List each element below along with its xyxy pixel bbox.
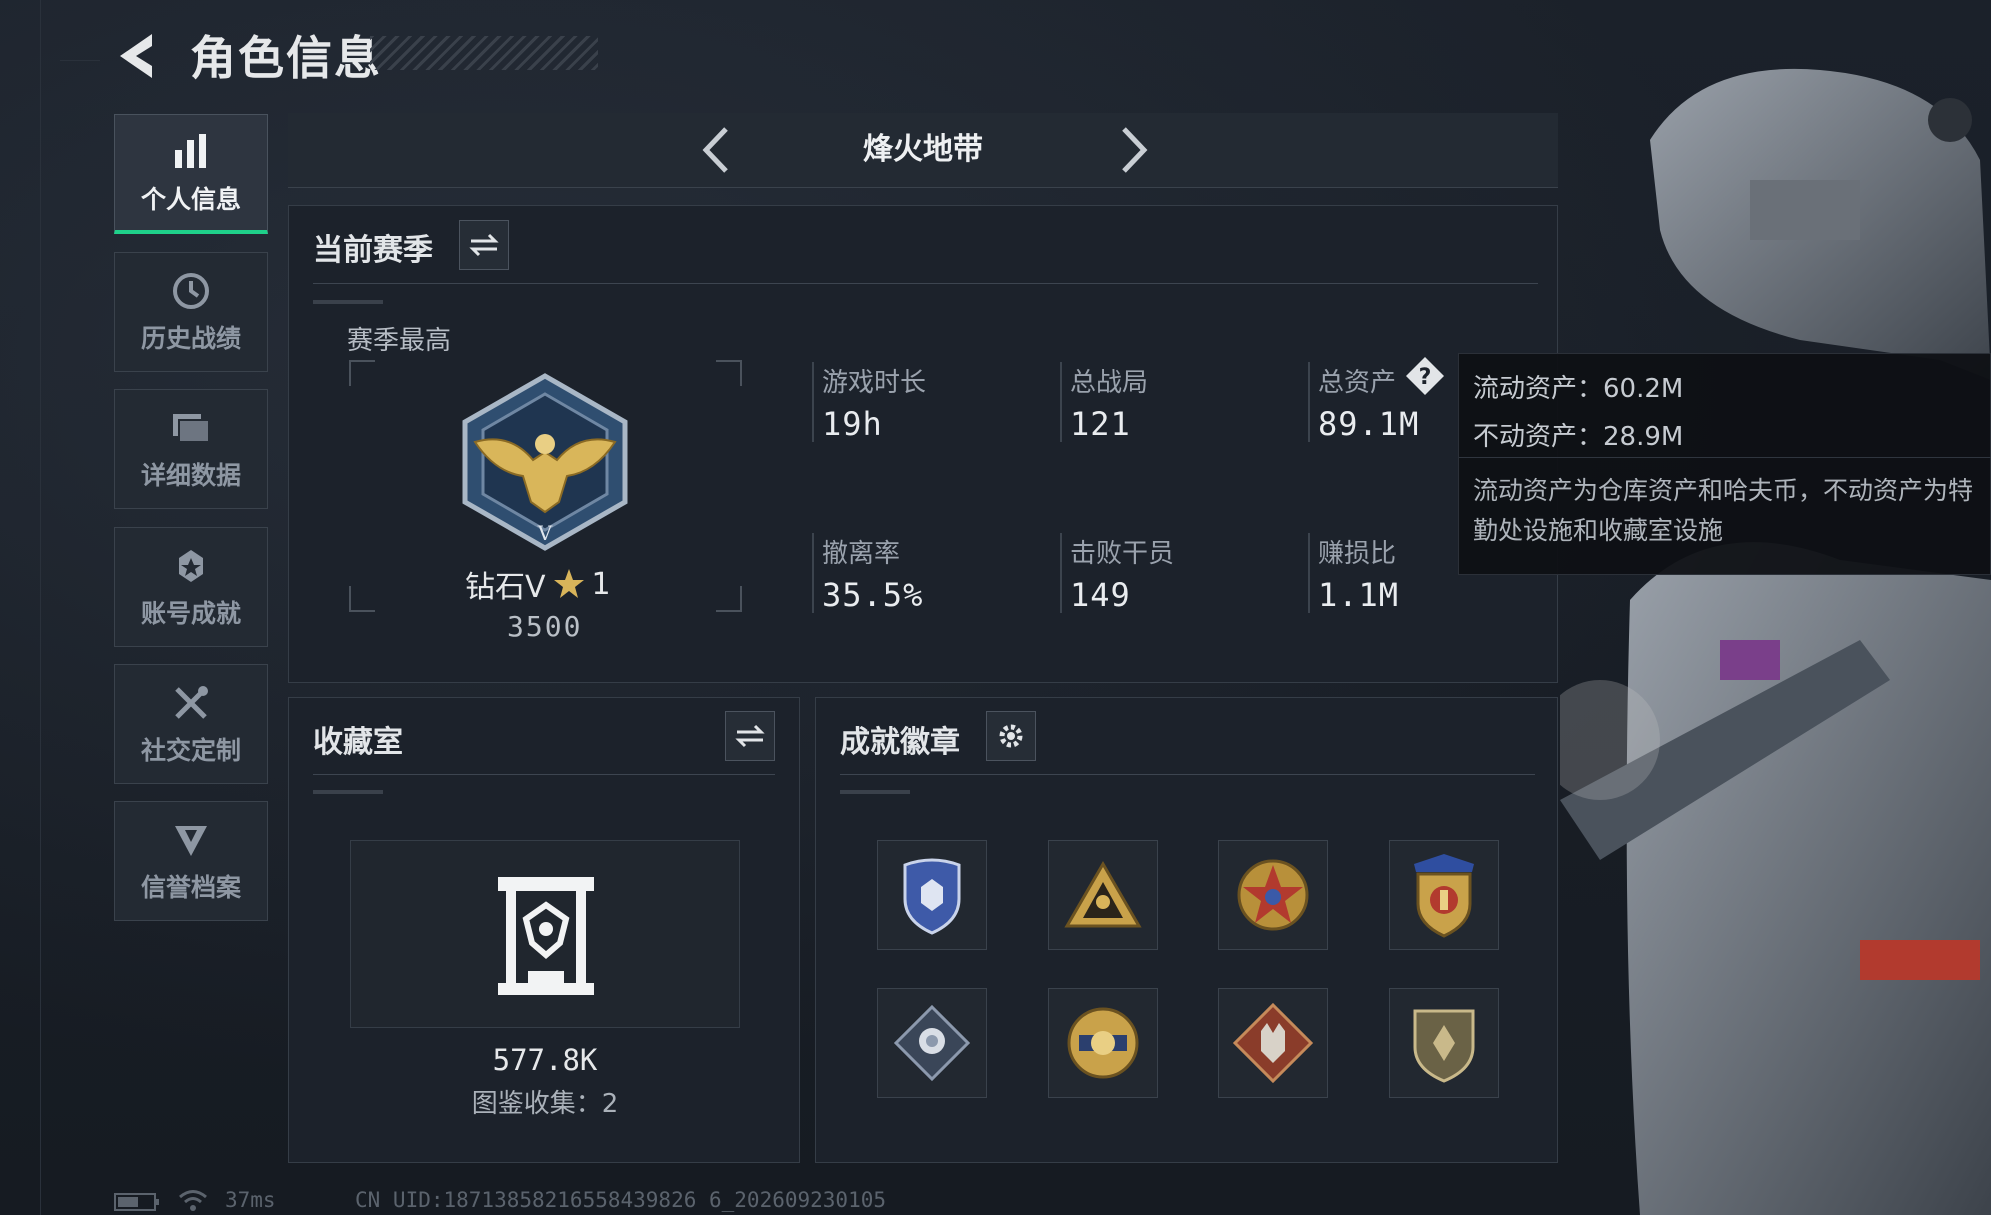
badge-shield-icon[interactable]	[1389, 988, 1499, 1098]
tooltip-note: 流动资产为仓库资产和哈夫币，不动资产为特勤处设施和收藏室设施	[1473, 476, 1974, 545]
achievements-settings-button[interactable]	[986, 711, 1036, 761]
divider	[313, 283, 1538, 284]
badge-red-star-icon[interactable]	[1218, 840, 1328, 950]
rank-stars: 1	[591, 566, 611, 602]
next-mode-icon[interactable]	[1106, 123, 1160, 177]
mode-selector: 烽火地带	[288, 113, 1558, 188]
uid-text: CN UID:18713858216558439826 6_2026092301…	[355, 1188, 887, 1212]
shield-icon	[169, 818, 213, 862]
sidebar-item-label: 历史战绩	[140, 324, 241, 353]
collection-switch-button[interactable]	[725, 711, 775, 761]
tooltip-liquid: 流动资产：60.2M	[1473, 374, 1684, 404]
sidebar-item-detailed-data[interactable]: 详细数据	[114, 389, 268, 509]
bar-chart-icon	[169, 130, 213, 174]
stat-label-assets: 总资产	[1318, 368, 1397, 398]
tooltip-divider	[1459, 457, 1991, 458]
battery-icon	[114, 1193, 159, 1211]
achievements-heading: 成就徽章	[840, 725, 960, 760]
help-icon[interactable]: ?	[1404, 355, 1446, 397]
mode-title: 烽火地带	[863, 132, 983, 167]
wifi-icon	[179, 1190, 207, 1211]
decor-bar	[313, 790, 383, 794]
collection-value: 577.8K	[492, 1043, 598, 1077]
divider	[840, 774, 1535, 775]
stat-value-kills: 149	[1070, 576, 1131, 614]
stat-divider	[1060, 533, 1062, 613]
frame-corner	[716, 586, 742, 612]
stat-value-playtime: 19h	[822, 405, 883, 443]
collection-catalog: 图鉴收集：2	[471, 1089, 619, 1119]
svg-text:?: ?	[1419, 365, 1432, 390]
collection-heading: 收藏室	[313, 725, 403, 760]
sidebar-item-social[interactable]: 社交定制	[114, 664, 268, 784]
clock-icon	[169, 269, 213, 313]
rank-score: 3500	[507, 610, 583, 643]
stat-value-extraction: 35.5%	[822, 576, 924, 614]
sidebar-item-label: 个人信息	[140, 184, 241, 214]
ping-text: 37ms	[225, 1188, 276, 1212]
season-best-label: 赛季最高	[347, 326, 452, 356]
collection-preview[interactable]	[350, 840, 740, 1028]
frame-corner	[716, 360, 742, 386]
rank-emblem-icon: V	[462, 373, 628, 551]
gear-icon	[999, 724, 1023, 748]
folder-icon	[169, 406, 213, 450]
rank-name: 钻石V	[465, 570, 546, 605]
sidebar-item-label: 信誉档案	[140, 873, 241, 902]
decor-bar	[840, 790, 910, 794]
sidebar-item-label: 账号成就	[140, 599, 241, 628]
vault-icon	[498, 877, 594, 995]
frame-corner	[349, 360, 375, 386]
swap-icon	[469, 233, 499, 257]
badge-blue-shield-icon[interactable]	[877, 840, 987, 950]
stat-divider	[1308, 362, 1310, 442]
prev-mode-icon[interactable]	[690, 123, 744, 177]
decor-line	[40, 0, 41, 1215]
tooltip-fixed: 不动资产：28.9M	[1473, 422, 1684, 452]
sidebar-item-personal-info[interactable]: 个人信息	[114, 114, 268, 234]
badge-eagle-crest-icon[interactable]	[1389, 840, 1499, 950]
character-artwork	[1560, 68, 1991, 1215]
stat-label-extraction: 撤离率	[822, 539, 901, 569]
badge-diamond-rose-icon[interactable]	[877, 988, 987, 1098]
season-heading: 当前赛季	[313, 233, 433, 268]
badge-gold-triangle-icon[interactable]	[1048, 840, 1158, 950]
decor-bar	[313, 300, 383, 304]
badge-gold-emblem-icon[interactable]	[1048, 988, 1158, 1098]
tools-icon	[169, 681, 213, 725]
stat-value-assets: 89.1M	[1318, 405, 1420, 443]
stat-value-matches: 121	[1070, 405, 1131, 443]
stat-label-playtime: 游戏时长	[822, 368, 927, 398]
page-title: 角色信息	[190, 31, 382, 85]
sidebar-item-label: 社交定制	[140, 736, 241, 765]
star-icon	[553, 569, 584, 598]
stat-label-profit: 赚损比	[1318, 539, 1397, 569]
sidebar-item-credit[interactable]: 信誉档案	[114, 801, 268, 921]
sidebar-item-history[interactable]: 历史战绩	[114, 252, 268, 372]
badge-wolf-icon[interactable]	[1218, 988, 1328, 1098]
stat-divider	[1308, 533, 1310, 613]
title-decoration	[370, 36, 598, 70]
achievement-icon	[169, 544, 213, 588]
stat-label-matches: 总战局	[1070, 368, 1149, 398]
sidebar-item-achievements[interactable]: 账号成就	[114, 527, 268, 647]
rank-name-row: 钻石V 1	[465, 562, 611, 606]
stat-label-kills: 击败干员	[1070, 539, 1175, 569]
svg-text:V: V	[537, 521, 553, 545]
swap-icon	[735, 724, 765, 748]
stat-value-profit: 1.1M	[1318, 576, 1400, 614]
stat-divider	[812, 362, 814, 442]
back-arrow-icon[interactable]	[112, 30, 164, 82]
sidebar-item-label: 详细数据	[140, 461, 241, 490]
decor-line	[60, 60, 100, 61]
stat-divider	[1060, 362, 1062, 442]
assets-tooltip: 流动资产：60.2M 不动资产：28.9M 流动资产为仓库资产和哈夫币，不动资产…	[1458, 353, 1991, 575]
season-switch-button[interactable]	[459, 220, 509, 270]
divider	[313, 774, 775, 775]
stat-divider	[812, 533, 814, 613]
frame-corner	[349, 586, 375, 612]
